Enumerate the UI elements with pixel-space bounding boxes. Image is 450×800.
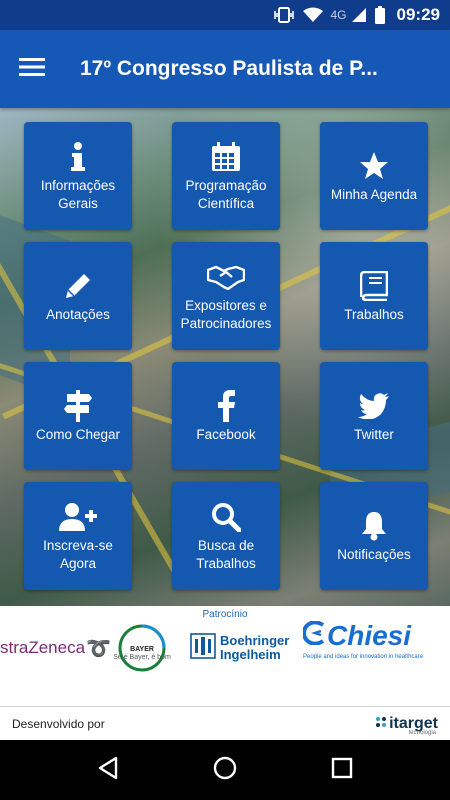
tile-minha-agenda[interactable]: Minha Agenda: [320, 122, 428, 230]
tile-inscreva-se-agora[interactable]: Inscreva-se Agora: [24, 482, 132, 590]
itarget-subtitle: tecnologia: [408, 730, 436, 736]
tile-label: Trabalhos: [344, 307, 404, 322]
signal-icon: [351, 7, 367, 23]
home-button[interactable]: [201, 746, 249, 794]
bayer-tagline: Se é Bayer, é bom: [113, 654, 171, 661]
recents-icon: [331, 757, 353, 784]
tile-label: Minha Agenda: [330, 187, 418, 202]
itarget-dots-icon: [375, 715, 387, 733]
search-icon: [211, 499, 241, 535]
handshake-icon: [207, 259, 245, 295]
itarget-logo[interactable]: itarget tecnologia: [375, 715, 438, 736]
recents-button[interactable]: [318, 746, 366, 794]
tile-label: Expositores e Patrocinadores: [180, 298, 272, 331]
wifi-icon: [302, 7, 323, 23]
info-icon: [70, 139, 86, 175]
developer-label: Desenvolvido por: [12, 716, 105, 731]
battery-icon: [374, 6, 385, 24]
sponsor-bayer-logo: BAYER: [116, 622, 168, 674]
tile-label: Informações Gerais: [40, 178, 116, 211]
signpost-icon: [63, 388, 93, 424]
boehringer-line-1: Boehringer: [220, 633, 290, 648]
back-button[interactable]: [84, 746, 132, 794]
book-icon: [360, 268, 388, 304]
tile-label: Facebook: [196, 427, 256, 442]
boehringer-line-2: Ingelheim: [220, 647, 281, 662]
tile-expositores-patrocinadores[interactable]: Expositores e Patrocinadores: [172, 242, 280, 350]
tile-facebook[interactable]: Facebook: [172, 362, 280, 470]
tile-label: Busca de Trabalhos: [196, 538, 256, 571]
sponsor-boehringer-logo: Boehringer Ingelheim: [190, 628, 289, 668]
pencil-icon: [63, 268, 93, 304]
sponsor-chiesi-logo: Chiesi People and ideas for innovation i…: [301, 620, 425, 670]
vibrate-icon: [273, 7, 295, 23]
network-type: 4G: [330, 8, 347, 22]
tile-como-chegar[interactable]: Como Chegar: [24, 362, 132, 470]
boehringer-emblem-icon: [190, 632, 216, 664]
hamburger-menu-icon: [19, 57, 45, 82]
back-icon: [97, 756, 119, 785]
navigation-bar: [0, 740, 450, 800]
tile-trabalhos[interactable]: Trabalhos: [320, 242, 428, 350]
sponsors-title: Patrocínio: [202, 609, 248, 620]
home-icon: [212, 755, 238, 786]
tile-label: Programação Científica: [185, 178, 267, 211]
chiesi-emblem-icon: [301, 620, 325, 652]
status-bar: 4G 09:29: [0, 0, 450, 30]
chiesi-wordmark: Chiesi: [327, 620, 412, 651]
facebook-icon: [217, 388, 235, 424]
app-bar: 17º Congresso Paulista de P...: [0, 30, 450, 108]
tile-busca-de-trabalhos[interactable]: Busca de Trabalhos: [172, 482, 280, 590]
sponsor-astrazeneca-logo: straZeneca ➰: [0, 628, 111, 668]
calendar-icon: [211, 139, 241, 175]
page-title: 17º Congresso Paulista de P...: [80, 57, 378, 80]
tile-informacoes-gerais[interactable]: Informações Gerais: [24, 122, 132, 230]
tile-label: Anotações: [46, 307, 110, 322]
add-user-icon: [59, 499, 97, 535]
developer-bar: Desenvolvido por itarget tecnologia: [0, 706, 450, 740]
tile-label: Inscreva-se Agora: [43, 538, 113, 571]
hero-background: Informações Gerais Programação Científic…: [0, 108, 450, 606]
menu-grid: Informações Gerais Programação Científic…: [24, 122, 428, 594]
tile-label: Twitter: [354, 427, 394, 442]
astrazeneca-wordmark: straZeneca: [0, 638, 86, 657]
tile-programacao-cientifica[interactable]: Programação Científica: [172, 122, 280, 230]
sponsors-banner: Patrocínio straZeneca ➰ BAYER Se é Bayer…: [0, 606, 450, 706]
clock: 09:29: [396, 5, 440, 24]
star-icon: [359, 148, 389, 184]
astrazeneca-swirl-icon: ➰: [86, 637, 111, 660]
chiesi-tagline: People and ideas for innovation in healt…: [303, 654, 424, 660]
menu-button[interactable]: [0, 30, 64, 108]
bell-icon: [360, 508, 388, 544]
tile-twitter[interactable]: Twitter: [320, 362, 428, 470]
tile-notificacoes[interactable]: Notificações: [320, 482, 428, 590]
twitter-icon: [358, 388, 390, 424]
tile-anotacoes[interactable]: Anotações: [24, 242, 132, 350]
bayer-wordmark: BAYER: [130, 646, 154, 653]
tile-label: Como Chegar: [35, 427, 121, 442]
tile-label: Notificações: [337, 547, 411, 562]
